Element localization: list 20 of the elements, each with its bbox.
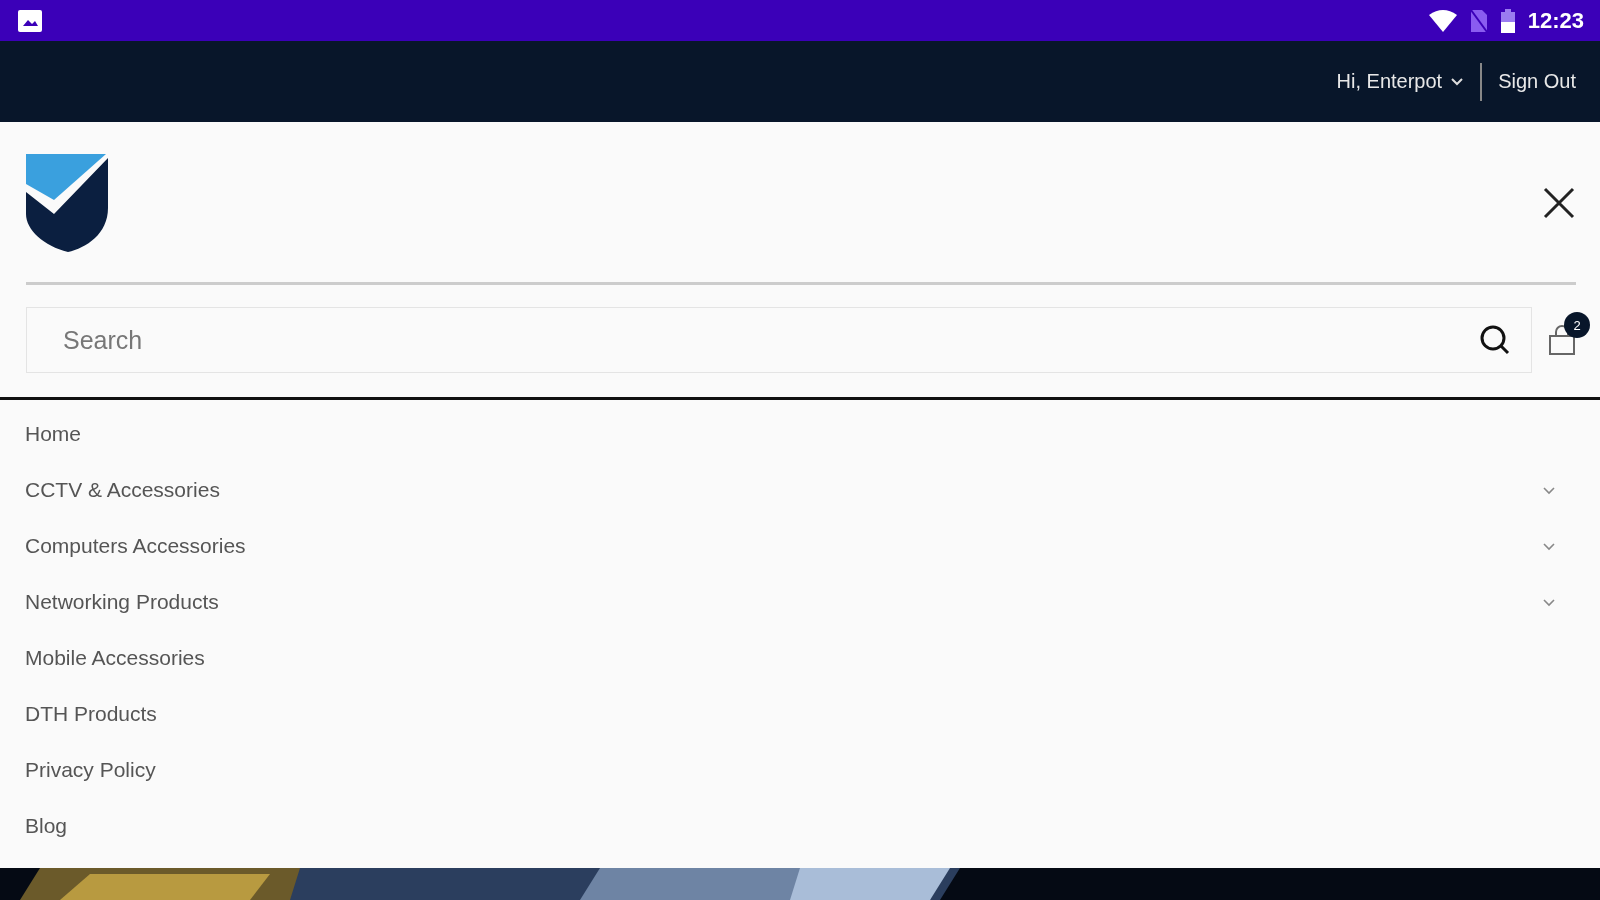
menu-item[interactable]: CCTV & Accessories xyxy=(0,462,1600,518)
menu-item[interactable]: Blog xyxy=(0,798,1600,854)
no-sim-icon xyxy=(1469,8,1488,33)
menu-item[interactable]: Home xyxy=(0,406,1600,462)
menu-item[interactable]: Mobile Accessories xyxy=(0,630,1600,686)
battery-icon xyxy=(1499,8,1516,33)
menu-item[interactable]: Privacy Policy xyxy=(0,742,1600,798)
clock-time: 12:23 xyxy=(1527,7,1584,34)
account-menu-button[interactable]: Hi, Enterpot xyxy=(1320,70,1481,93)
wifi-icon xyxy=(1427,8,1458,33)
menu-item[interactable]: DTH Products xyxy=(0,686,1600,742)
chevron-down-icon xyxy=(1450,76,1465,87)
menu-item[interactable]: Networking Products xyxy=(0,574,1600,630)
cart-count-badge: 2 xyxy=(1564,312,1590,338)
shopping-bag-icon[interactable] xyxy=(1548,324,1576,356)
search-icon xyxy=(1479,324,1511,356)
sign-out-link[interactable]: Sign Out xyxy=(1482,70,1576,93)
menu-item[interactable]: Computers Accessories xyxy=(0,518,1600,574)
close-button[interactable] xyxy=(1542,186,1576,220)
image-icon xyxy=(18,9,42,32)
